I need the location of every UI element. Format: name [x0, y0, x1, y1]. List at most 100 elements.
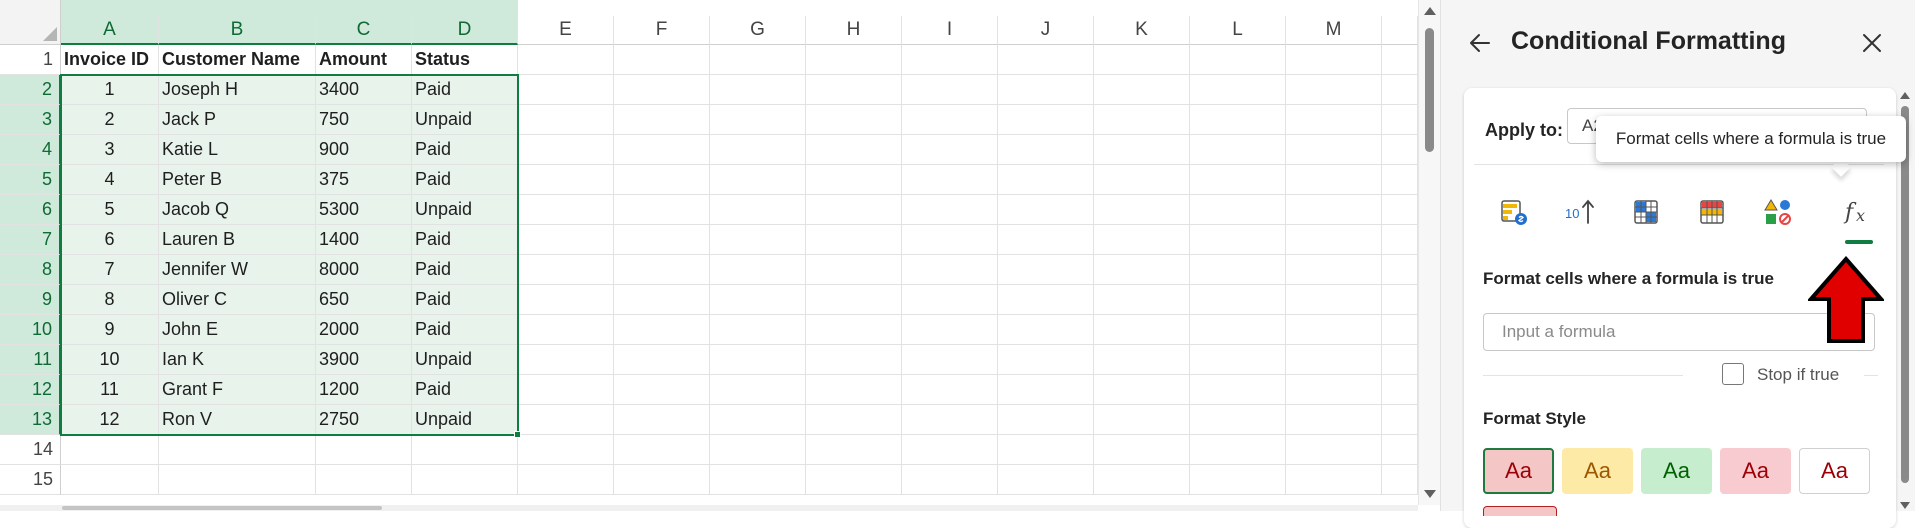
column-header-e[interactable]: E: [518, 16, 614, 45]
cell-h13[interactable]: [806, 405, 902, 435]
cell-d8[interactable]: Paid: [412, 255, 518, 285]
row-header-6[interactable]: 6: [0, 195, 61, 225]
cell-k7[interactable]: [1094, 225, 1190, 255]
back-button[interactable]: [1463, 28, 1497, 58]
row-header-7[interactable]: 7: [0, 225, 61, 255]
color-scale-button[interactable]: [1626, 193, 1666, 231]
scroll-up-icon[interactable]: [1424, 7, 1436, 15]
cell-e14[interactable]: [518, 435, 614, 465]
cell-d4[interactable]: Paid: [412, 135, 518, 165]
cell-a14[interactable]: [61, 435, 159, 465]
row-header-2[interactable]: 2: [0, 75, 61, 105]
cell-c4[interactable]: 900: [316, 135, 412, 165]
cell-e11[interactable]: [518, 345, 614, 375]
cell-i11[interactable]: [902, 345, 998, 375]
cell-c15[interactable]: [316, 465, 412, 495]
cell-i1[interactable]: [902, 45, 998, 75]
column-header-a[interactable]: A: [61, 16, 159, 45]
format-style-swatch-3[interactable]: Aa: [1641, 448, 1712, 494]
cell-f14[interactable]: [614, 435, 710, 465]
sheet-vertical-scrollbar[interactable]: [1418, 0, 1440, 505]
cell-b8[interactable]: Jennifer W: [159, 255, 316, 285]
cell-b13[interactable]: Ron V: [159, 405, 316, 435]
cell-j7[interactable]: [998, 225, 1094, 255]
cell-b4[interactable]: Katie L: [159, 135, 316, 165]
column-header-c[interactable]: C: [316, 16, 412, 45]
fill-handle[interactable]: [514, 431, 521, 438]
cell-f3[interactable]: [614, 105, 710, 135]
cell-c3[interactable]: 750: [316, 105, 412, 135]
cell-f15[interactable]: [614, 465, 710, 495]
cell-k3[interactable]: [1094, 105, 1190, 135]
cell-m6[interactable]: [1286, 195, 1382, 225]
cell-l4[interactable]: [1190, 135, 1286, 165]
cell-m5[interactable]: [1286, 165, 1382, 195]
row-header-1[interactable]: 1: [0, 45, 61, 75]
cell-d12[interactable]: Paid: [412, 375, 518, 405]
data-bar-button[interactable]: [1494, 193, 1534, 231]
cell-h6[interactable]: [806, 195, 902, 225]
cell-a11[interactable]: 10: [61, 345, 159, 375]
cell-b9[interactable]: Oliver C: [159, 285, 316, 315]
cell-j3[interactable]: [998, 105, 1094, 135]
cell-e9[interactable]: [518, 285, 614, 315]
cell-h10[interactable]: [806, 315, 902, 345]
cell-k11[interactable]: [1094, 345, 1190, 375]
cell-k10[interactable]: [1094, 315, 1190, 345]
cell-l1[interactable]: [1190, 45, 1286, 75]
column-header-l[interactable]: L: [1190, 16, 1286, 45]
cell-a15[interactable]: [61, 465, 159, 495]
cell-b5[interactable]: Peter B: [159, 165, 316, 195]
cell-d1[interactable]: Status: [412, 45, 518, 75]
cell-d9[interactable]: Paid: [412, 285, 518, 315]
cell-m4[interactable]: [1286, 135, 1382, 165]
cell-k15[interactable]: [1094, 465, 1190, 495]
scroll-up-icon[interactable]: [1900, 92, 1910, 99]
cell-k9[interactable]: [1094, 285, 1190, 315]
row-header-3[interactable]: 3: [0, 105, 61, 135]
cell-h12[interactable]: [806, 375, 902, 405]
cell-g11[interactable]: [710, 345, 806, 375]
cell-a3[interactable]: 2: [61, 105, 159, 135]
cell-b10[interactable]: John E: [159, 315, 316, 345]
cell-j5[interactable]: [998, 165, 1094, 195]
cell-e8[interactable]: [518, 255, 614, 285]
cell-g6[interactable]: [710, 195, 806, 225]
row-header-5[interactable]: 5: [0, 165, 61, 195]
cell-m8[interactable]: [1286, 255, 1382, 285]
cell-a10[interactable]: 9: [61, 315, 159, 345]
scroll-down-icon[interactable]: [1900, 502, 1910, 509]
cell-m12[interactable]: [1286, 375, 1382, 405]
cell-d13[interactable]: Unpaid: [412, 405, 518, 435]
cell-f4[interactable]: [614, 135, 710, 165]
cell-c8[interactable]: 8000: [316, 255, 412, 285]
row-header-9[interactable]: 9: [0, 285, 61, 315]
cell-k2[interactable]: [1094, 75, 1190, 105]
cell-e4[interactable]: [518, 135, 614, 165]
cell-c13[interactable]: 2750: [316, 405, 412, 435]
format-style-swatch-4[interactable]: Aa: [1720, 448, 1791, 494]
cell-e15[interactable]: [518, 465, 614, 495]
cell-c7[interactable]: 1400: [316, 225, 412, 255]
cell-b6[interactable]: Jacob Q: [159, 195, 316, 225]
cell-j2[interactable]: [998, 75, 1094, 105]
cell-i5[interactable]: [902, 165, 998, 195]
cell-j8[interactable]: [998, 255, 1094, 285]
cell-a6[interactable]: 5: [61, 195, 159, 225]
cell-c14[interactable]: [316, 435, 412, 465]
cell-d3[interactable]: Unpaid: [412, 105, 518, 135]
cell-i10[interactable]: [902, 315, 998, 345]
cell-m13[interactable]: [1286, 405, 1382, 435]
cell-k8[interactable]: [1094, 255, 1190, 285]
cell-i3[interactable]: [902, 105, 998, 135]
cell-d2[interactable]: Paid: [412, 75, 518, 105]
cell-i8[interactable]: [902, 255, 998, 285]
cell-a8[interactable]: 7: [61, 255, 159, 285]
cell-f8[interactable]: [614, 255, 710, 285]
cell-h1[interactable]: [806, 45, 902, 75]
cell-m2[interactable]: [1286, 75, 1382, 105]
cell-m14[interactable]: [1286, 435, 1382, 465]
cell-m10[interactable]: [1286, 315, 1382, 345]
cell-a7[interactable]: 6: [61, 225, 159, 255]
column-header-j[interactable]: J: [998, 16, 1094, 45]
